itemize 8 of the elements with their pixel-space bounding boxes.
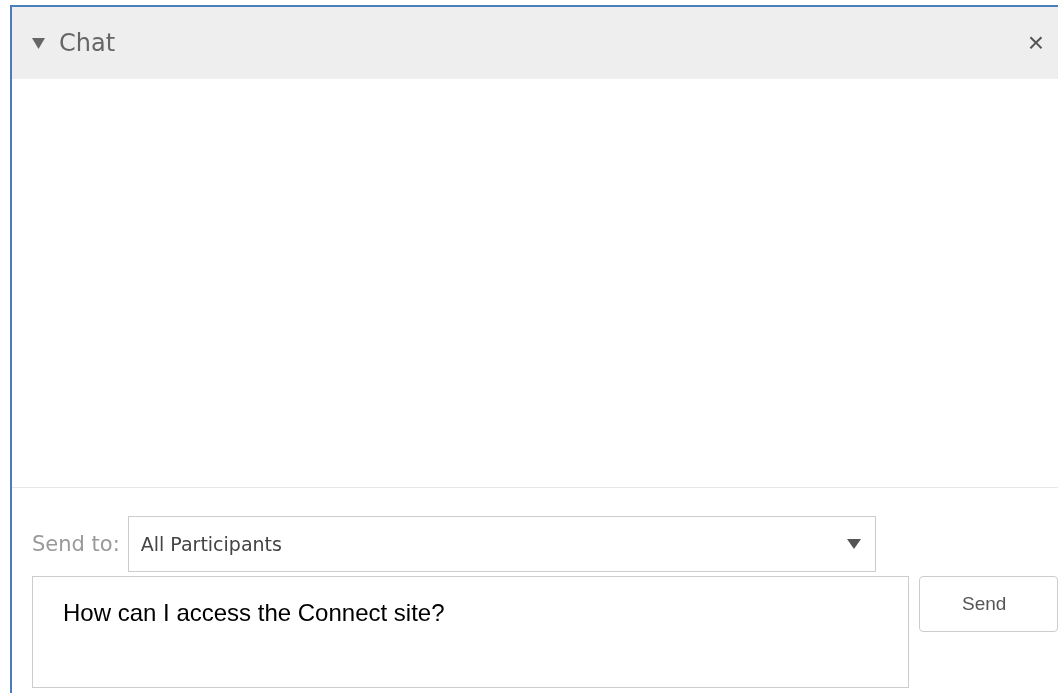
collapse-icon[interactable] bbox=[32, 37, 45, 49]
panel-title: Chat bbox=[59, 29, 117, 57]
caret-icon bbox=[846, 539, 861, 549]
close-button[interactable]: × bbox=[1027, 27, 1044, 59]
send-button[interactable]: Send bbox=[919, 576, 1058, 632]
message-input-field[interactable]: How can I access the Connect site? bbox=[32, 576, 909, 688]
recipient-dropdown[interactable]: All Participants bbox=[127, 516, 876, 572]
send-to-label: Send to: bbox=[32, 532, 120, 556]
